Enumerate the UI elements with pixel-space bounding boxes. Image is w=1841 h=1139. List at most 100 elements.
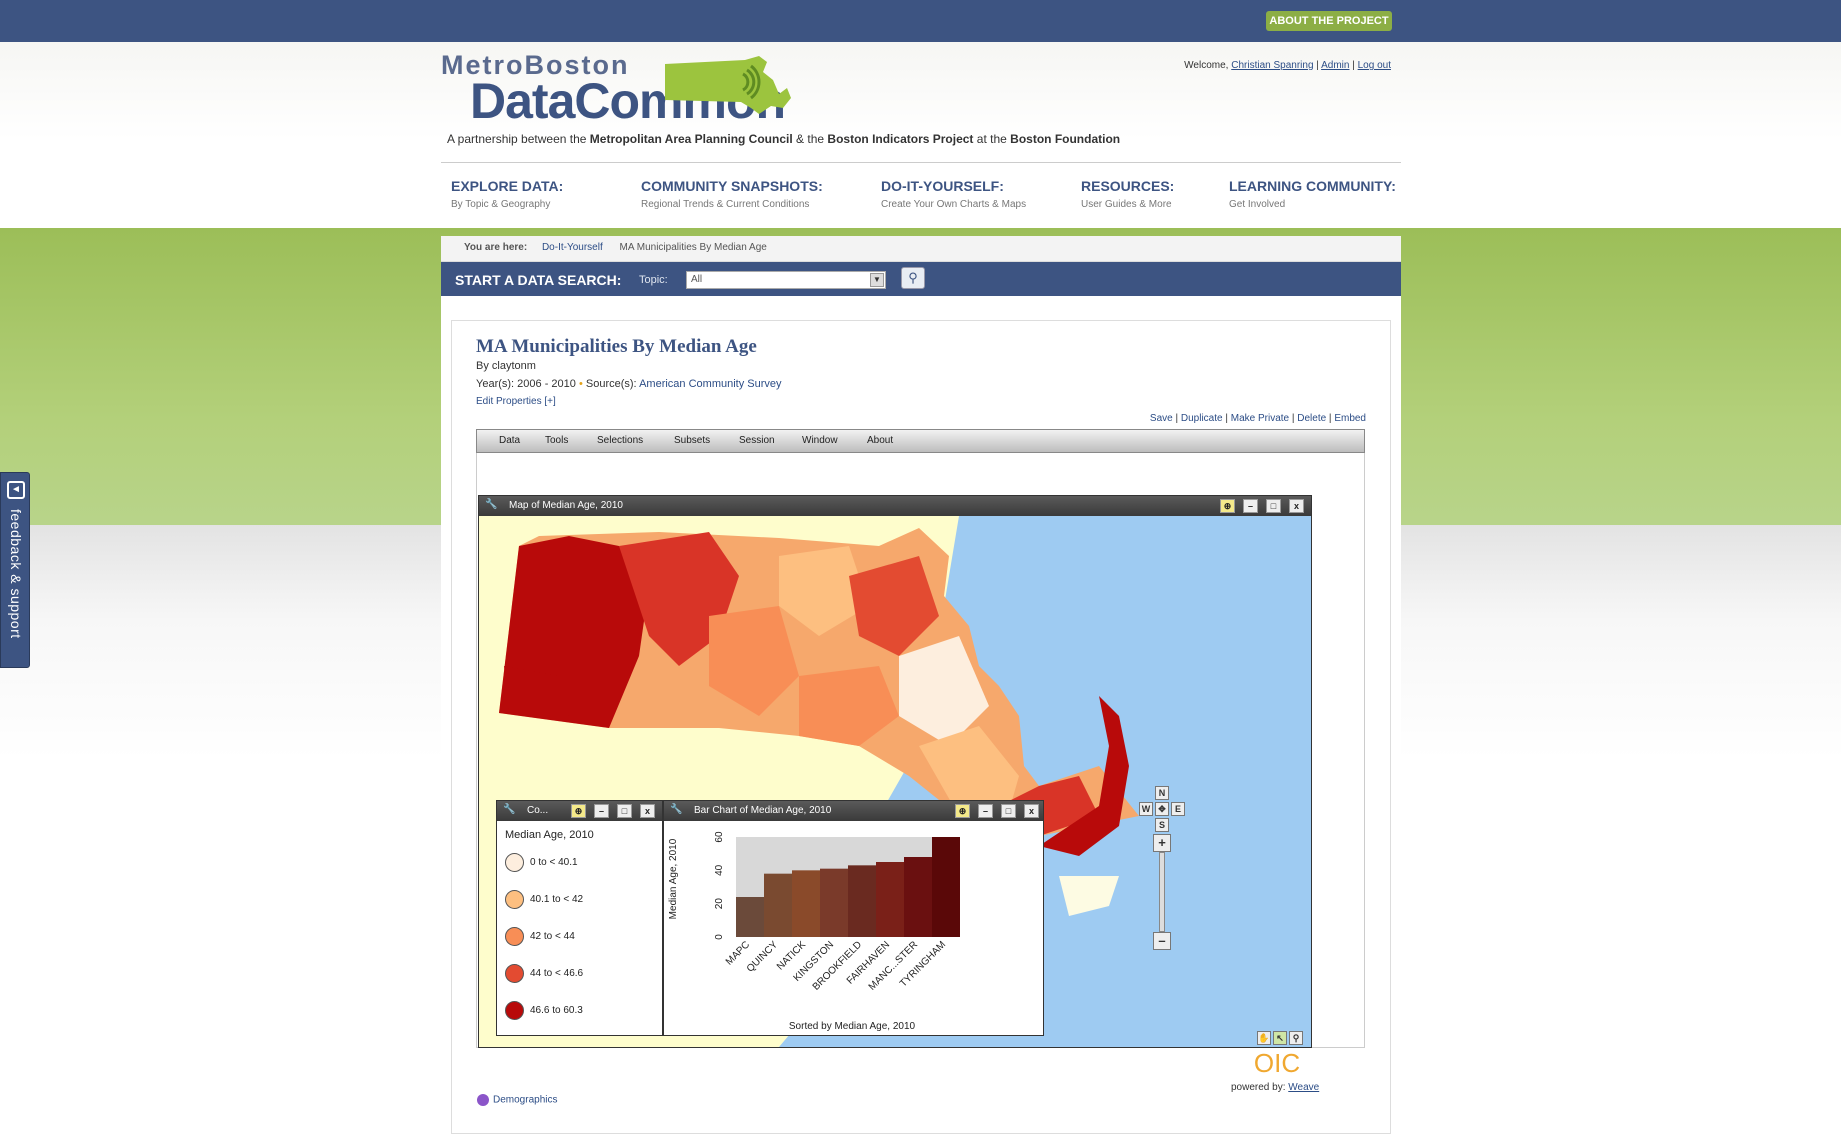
edit-properties-link[interactable]: Edit Properties [+]	[476, 396, 556, 407]
search-button[interactable]: ⚲	[901, 267, 925, 289]
chart-ytick-label: 20	[714, 898, 725, 910]
chart-ylabel: Median Age, 2010	[668, 838, 679, 919]
top-bar: ABOUT THE PROJECT	[0, 0, 1841, 42]
legend-swatch	[505, 1001, 524, 1020]
nav-do-it-yourself[interactable]: DO-IT-YOURSELF: Create Your Own Charts & …	[881, 178, 1026, 210]
close-icon[interactable]: x	[1289, 499, 1304, 513]
duplicate-link[interactable]: Duplicate	[1181, 413, 1223, 424]
menu-subsets[interactable]: Subsets	[674, 435, 710, 446]
save-link[interactable]: Save	[1150, 413, 1173, 424]
years-sources: Year(s): 2006 - 2010 • Source(s): Americ…	[476, 378, 782, 390]
oic-logo: OIC	[1254, 1048, 1300, 1078]
chart-bar[interactable]	[792, 870, 820, 937]
make-private-link[interactable]: Make Private	[1231, 413, 1289, 424]
legend-window-titlebar[interactable]: 🔧 Co... ⊕ – □ x	[497, 801, 662, 821]
pin-icon[interactable]: ⊕	[571, 804, 586, 818]
close-icon[interactable]: x	[640, 804, 655, 818]
source-link[interactable]: American Community Survey	[639, 378, 781, 390]
logout-link[interactable]: Log out	[1358, 60, 1391, 71]
zoom-tool-icon[interactable]: ⚲	[1289, 1031, 1303, 1045]
nav-learning-community[interactable]: LEARNING COMMUNITY: Get Involved	[1229, 178, 1396, 210]
pan-east-button[interactable]: E	[1171, 802, 1185, 816]
bar-window-titlebar[interactable]: 🔧 Bar Chart of Median Age, 2010 ⊕ – □ x	[664, 801, 1043, 821]
chart-bar[interactable]	[876, 862, 904, 937]
legend-heading: Median Age, 2010	[505, 829, 594, 841]
legend-item[interactable]: 40.1 to < 42	[505, 890, 583, 909]
topic-select[interactable]: All ▼	[686, 271, 886, 289]
embed-link[interactable]: Embed	[1334, 413, 1366, 424]
wrench-icon[interactable]: 🔧	[485, 499, 499, 513]
pin-icon[interactable]: ⊕	[955, 804, 970, 818]
megaphone-icon: ◄	[7, 481, 25, 499]
bar-chart-window[interactable]: 🔧 Bar Chart of Median Age, 2010 ⊕ – □ x …	[663, 800, 1044, 1036]
chart-bar[interactable]	[848, 865, 876, 937]
breadcrumb: You are here: Do-It-Yourself MA Municipa…	[441, 236, 1401, 262]
legend-swatch	[505, 927, 524, 946]
maximize-icon[interactable]: □	[1001, 804, 1016, 818]
legend-window[interactable]: 🔧 Co... ⊕ – □ x Median Age, 2010 0 to < …	[496, 800, 663, 1036]
weave-link[interactable]: Weave	[1288, 1082, 1319, 1093]
menu-tools[interactable]: Tools	[545, 435, 568, 446]
legend-item[interactable]: 0 to < 40.1	[505, 853, 578, 872]
breadcrumb-current: MA Municipalities By Median Age	[619, 242, 767, 253]
pan-north-button[interactable]: N	[1155, 786, 1169, 800]
admin-link[interactable]: Admin	[1321, 60, 1349, 71]
chart-xtick-label: MANC...STER	[867, 939, 920, 992]
close-icon[interactable]: x	[1024, 804, 1039, 818]
search-icon: ⚲	[908, 270, 918, 285]
pan-tool-icon[interactable]: ✋	[1257, 1031, 1271, 1045]
zoom-extent-icon[interactable]: ✥	[1155, 802, 1169, 816]
feedback-support-tab[interactable]: ◄ feedback & support	[0, 472, 30, 668]
legend-swatch	[505, 964, 524, 983]
chevron-down-icon: ▼	[870, 273, 884, 287]
zoom-in-button[interactable]: +	[1153, 834, 1171, 852]
chart-bar[interactable]	[736, 897, 764, 937]
zoom-slider[interactable]	[1159, 852, 1165, 932]
svg-text:OIC: OIC	[1254, 1048, 1300, 1078]
nav-explore-data[interactable]: EXPLORE DATA: By Topic & Geography	[451, 178, 563, 210]
partnership-text: A partnership between the Metropolitan A…	[447, 132, 1121, 146]
chart-bar[interactable]	[820, 868, 848, 937]
nav-divider	[441, 162, 1401, 163]
menu-window[interactable]: Window	[802, 435, 838, 446]
pan-south-button[interactable]: S	[1155, 818, 1169, 832]
bar-chart[interactable]: Median Age, 2010 Sorted by Median Age, 2…	[664, 821, 1043, 1035]
wrench-icon[interactable]: 🔧	[503, 804, 517, 818]
map-window-titlebar[interactable]: 🔧 Map of Median Age, 2010 ⊕ – □ x	[479, 496, 1311, 516]
author: By claytonm	[476, 360, 536, 372]
minimize-icon[interactable]: –	[978, 804, 993, 818]
user-link[interactable]: Christian Spanring	[1231, 60, 1313, 71]
chart-bar[interactable]	[932, 837, 960, 937]
about-project-button[interactable]: ABOUT THE PROJECT	[1266, 11, 1392, 31]
chart-xtick-label: BROOKFIELD	[811, 939, 864, 992]
breadcrumb-link-diy[interactable]: Do-It-Yourself	[542, 242, 603, 253]
site-logo[interactable]: MetroBoston DataCommon	[440, 50, 805, 129]
menu-about[interactable]: About	[867, 435, 893, 446]
legend-item[interactable]: 44 to < 46.6	[505, 964, 583, 983]
nav-community-snapshots[interactable]: COMMUNITY SNAPSHOTS: Regional Trends & Cu…	[641, 178, 823, 210]
delete-link[interactable]: Delete	[1297, 413, 1326, 424]
legend-item[interactable]: 46.6 to 60.3	[505, 1001, 583, 1020]
search-label: START A DATA SEARCH:	[455, 272, 622, 288]
menu-session[interactable]: Session	[739, 435, 775, 446]
minimize-icon[interactable]: –	[1243, 499, 1258, 513]
zoom-out-button[interactable]: –	[1153, 932, 1171, 950]
chart-ytick-label: 60	[714, 831, 725, 843]
chart-bar[interactable]	[764, 873, 792, 937]
chart-bar[interactable]	[904, 857, 932, 937]
chart-ytick-label: 0	[714, 934, 725, 940]
menu-data[interactable]: Data	[499, 435, 520, 446]
chart-ytick-label: 40	[714, 864, 725, 876]
data-search-bar: START A DATA SEARCH: Topic: All ▼ ⚲	[441, 262, 1401, 296]
menu-selections[interactable]: Selections	[597, 435, 643, 446]
tag-demographics[interactable]: Demographics	[477, 1094, 557, 1106]
select-tool-icon[interactable]: ↖	[1273, 1031, 1287, 1045]
maximize-icon[interactable]: □	[1266, 499, 1281, 513]
nav-resources[interactable]: RESOURCES: User Guides & More	[1081, 178, 1174, 210]
pan-west-button[interactable]: W	[1139, 802, 1153, 816]
maximize-icon[interactable]: □	[617, 804, 632, 818]
minimize-icon[interactable]: –	[594, 804, 609, 818]
pin-icon[interactable]: ⊕	[1220, 499, 1235, 513]
wrench-icon[interactable]: 🔧	[670, 804, 684, 818]
legend-item[interactable]: 42 to < 44	[505, 927, 575, 946]
